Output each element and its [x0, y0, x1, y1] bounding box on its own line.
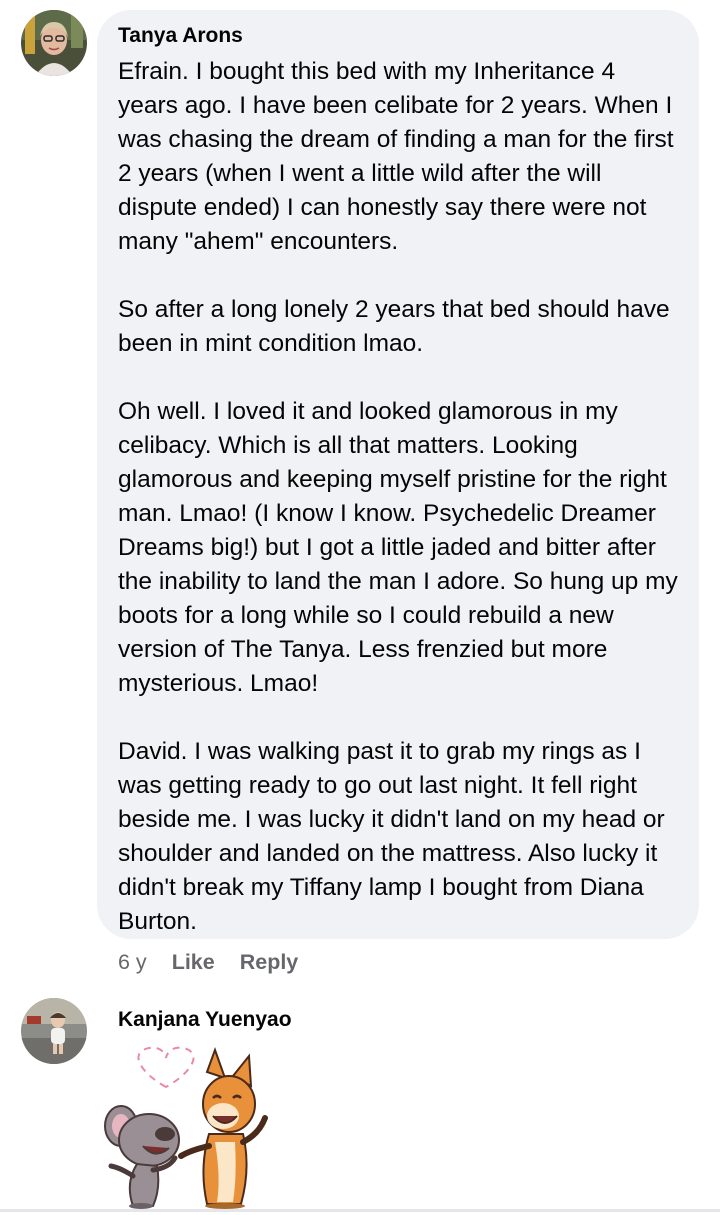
avatar-kanjana-yuenyao[interactable] [21, 998, 87, 1064]
like-button[interactable]: Like [172, 950, 215, 975]
comment-author[interactable]: Kanjana Yuenyao [118, 1007, 292, 1033]
heart-icon [137, 1046, 195, 1089]
comment-text: Efrain. I bought this bed with my Inheri… [118, 55, 678, 939]
fox-icon [178, 1047, 268, 1209]
comment-actions: 6 y Like Reply [118, 947, 298, 977]
avatar-tanya-arons[interactable] [21, 10, 87, 76]
comment-paragraph: Efrain. I bought this bed with my Inheri… [118, 58, 674, 255]
comment-timestamp[interactable]: 6 y [118, 950, 147, 975]
comment-bubble: Tanya Arons Efrain. I bought this bed wi… [97, 10, 699, 939]
mouse-icon [104, 1105, 180, 1209]
comment-paragraph: So after a long lonely 2 years that bed … [118, 296, 670, 357]
comment-paragraph: David. I was walking past it to grab my … [118, 738, 665, 935]
comment-paragraph: Oh well. I loved it and looked glamorous… [118, 398, 678, 697]
mouse-and-fox-love-sticker[interactable] [103, 1038, 278, 1210]
comment-author[interactable]: Tanya Arons [118, 23, 678, 49]
reply-button[interactable]: Reply [240, 950, 299, 975]
